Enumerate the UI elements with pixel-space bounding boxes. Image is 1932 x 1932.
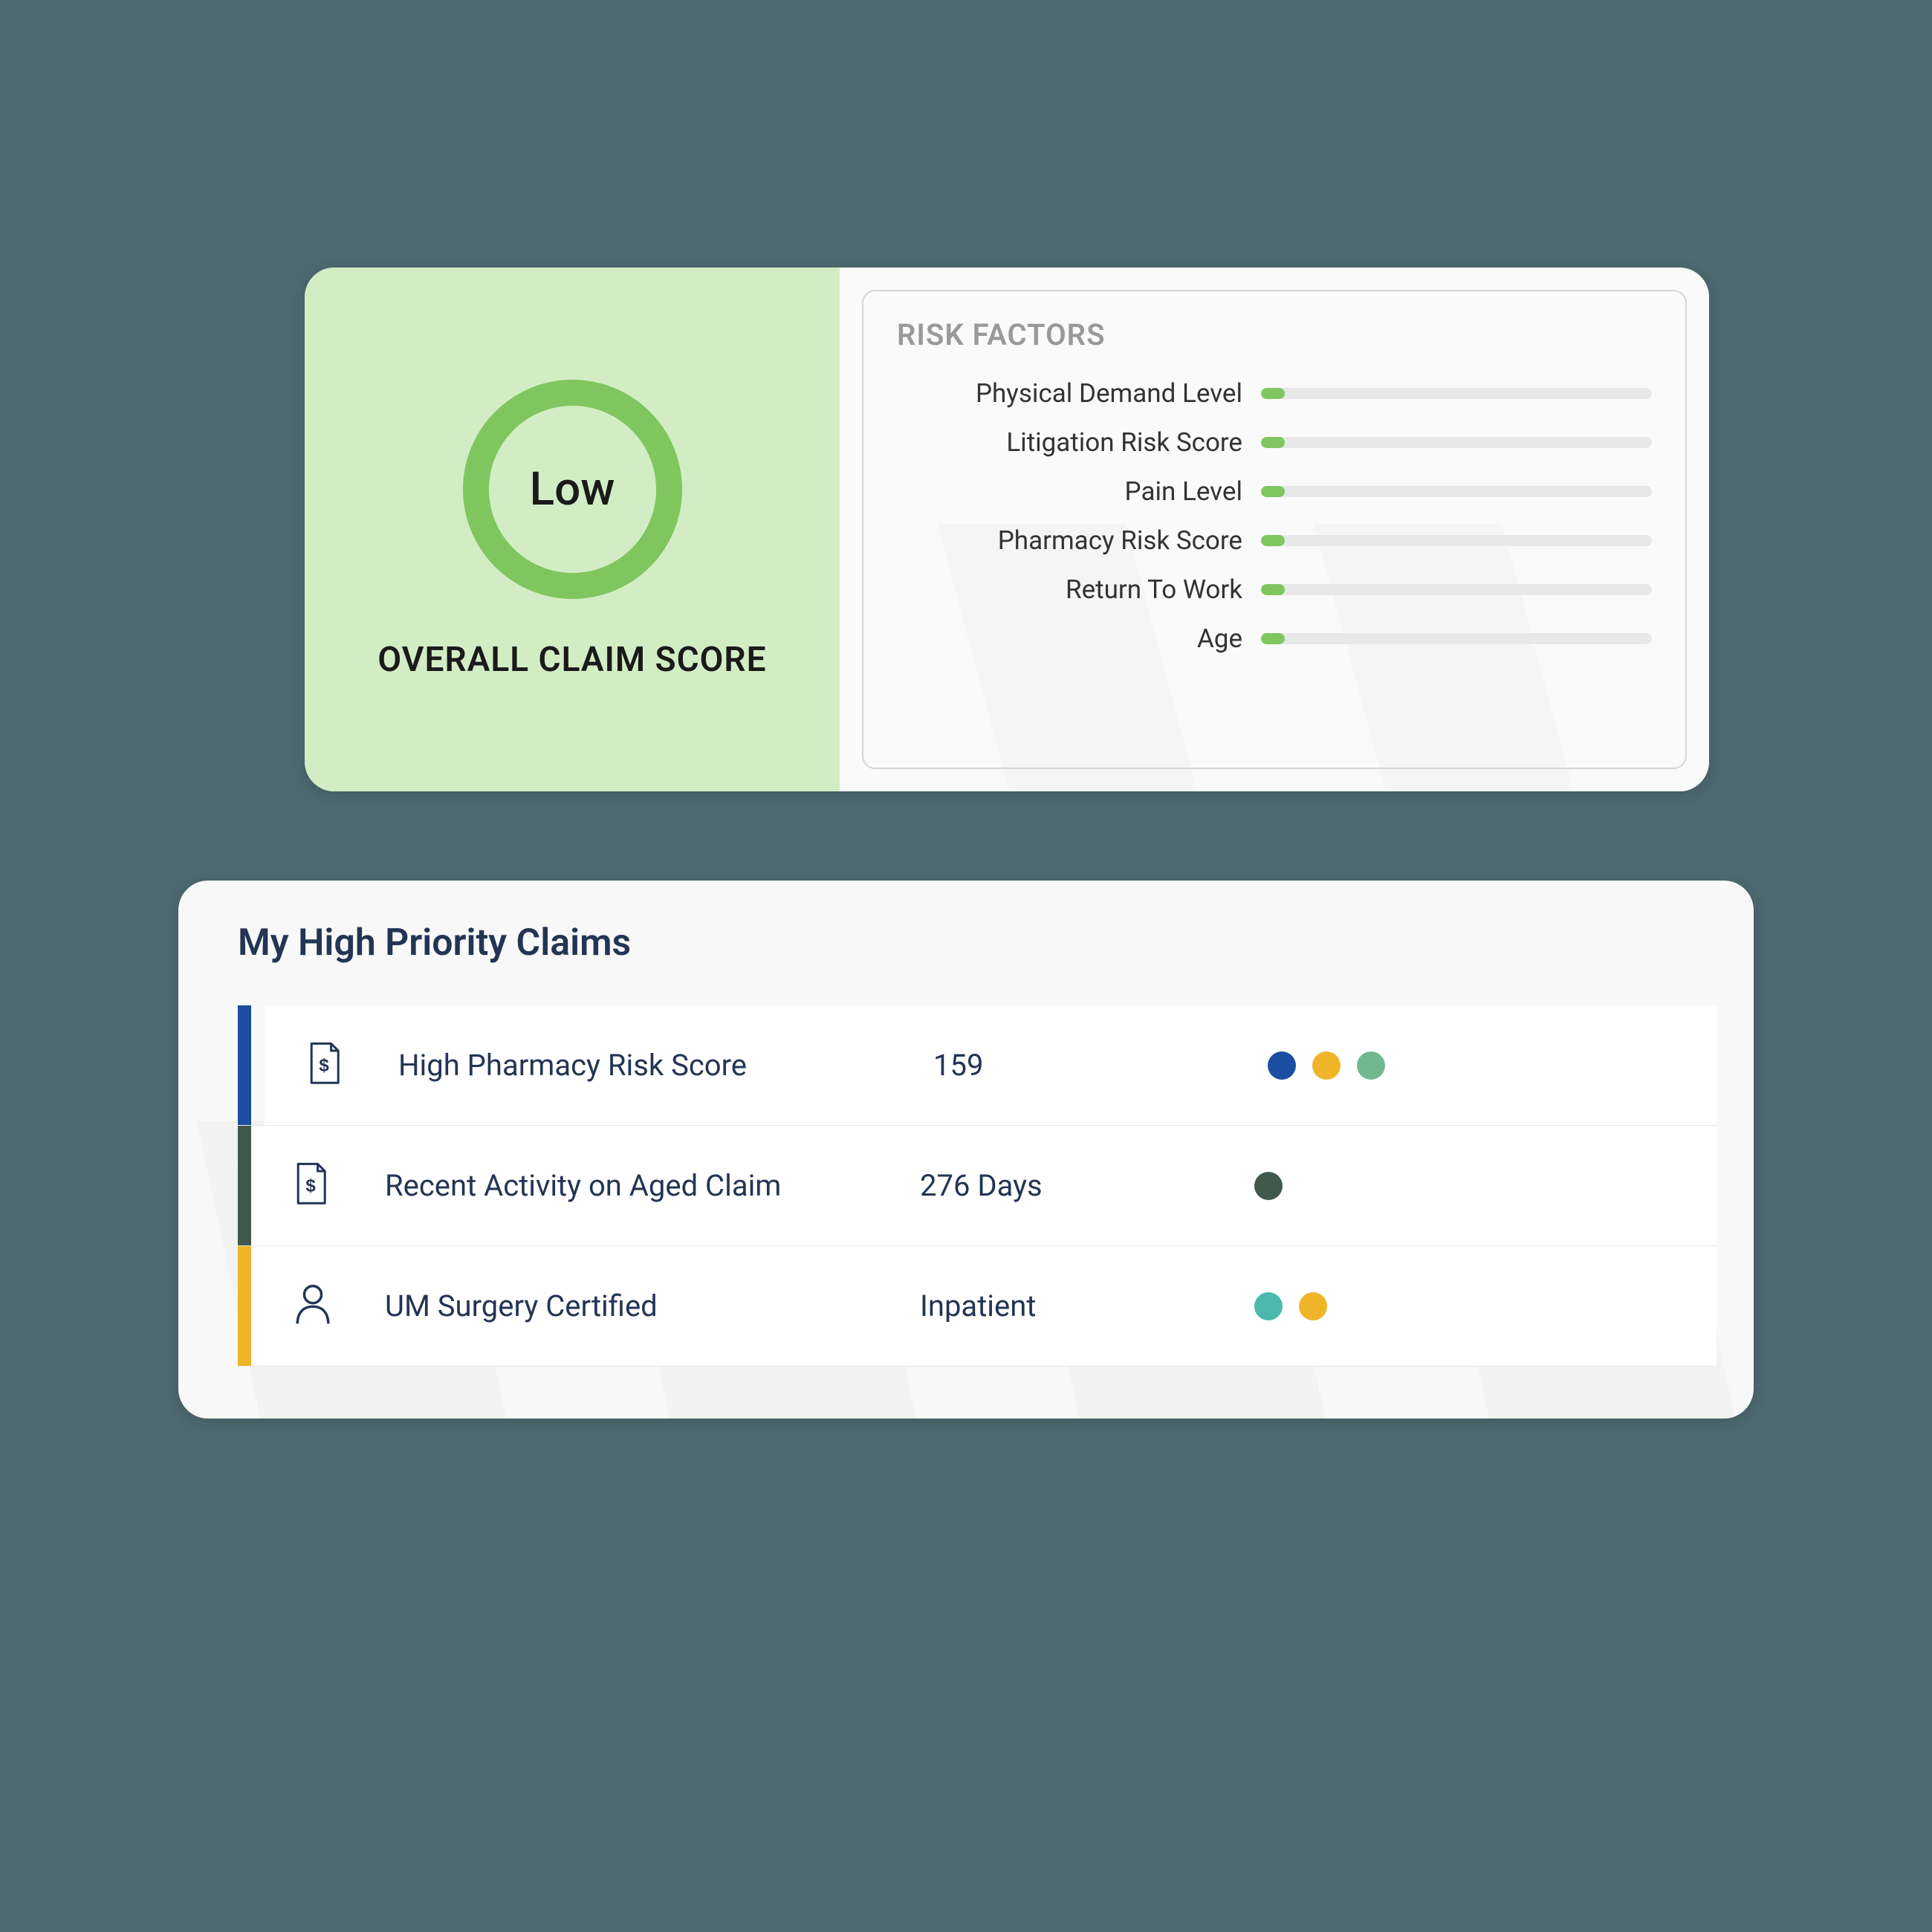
claim-content: UM Surgery CertifiedInpatient	[251, 1246, 1717, 1366]
risk-factor-label: Pharmacy Risk Score	[897, 525, 1261, 556]
risk-factor-bar	[1261, 633, 1652, 644]
risk-factor-fill	[1261, 486, 1285, 497]
risk-factor-fill	[1261, 633, 1285, 644]
risk-factor-row: Physical Demand Level	[897, 378, 1652, 409]
claims-list: $ High Pharmacy Risk Score159 $ Recent A…	[238, 1005, 1717, 1367]
claim-value: Inpatient	[920, 1288, 1254, 1323]
overall-claim-label: OVERALL CLAIM SCORE	[377, 640, 766, 680]
risk-factor-fill	[1261, 584, 1285, 595]
risk-factor-label: Physical Demand Level	[897, 378, 1261, 409]
status-dot	[1299, 1292, 1327, 1320]
document-dollar-icon: $	[292, 1162, 329, 1207]
risk-factor-bar	[1261, 437, 1652, 448]
status-dot	[1254, 1292, 1283, 1320]
svg-text:$: $	[319, 1055, 329, 1075]
risk-factor-fill	[1261, 535, 1285, 546]
priority-claims-title: My High Priority Claims	[238, 921, 1717, 965]
risk-factor-row: Age	[897, 623, 1652, 654]
claim-value: 159	[933, 1048, 1268, 1083]
claim-content: $ High Pharmacy Risk Score159	[265, 1005, 1717, 1125]
risk-factor-label: Pain Level	[897, 476, 1261, 507]
claim-status-dots	[1254, 1292, 1327, 1320]
claim-accent	[238, 1246, 251, 1366]
risk-factors-title: RISK FACTORS	[897, 317, 1652, 352]
risk-factor-fill	[1261, 437, 1285, 448]
risk-factors-box: RISK FACTORS Physical Demand Level Litiga…	[862, 290, 1687, 769]
risk-factors-list: Physical Demand Level Litigation Risk Sco…	[897, 378, 1652, 654]
claim-status-dots	[1268, 1051, 1385, 1080]
risk-factors-panel: RISK FACTORS Physical Demand Level Litiga…	[840, 268, 1709, 791]
risk-factor-label: Litigation Risk Score	[897, 427, 1261, 458]
claim-name: UM Surgery Certified	[385, 1288, 920, 1323]
claim-score-card: Low OVERALL CLAIM SCORE RISK FACTORS Phy…	[305, 268, 1709, 791]
svg-text:$: $	[305, 1176, 316, 1196]
document-dollar-icon: $	[305, 1042, 343, 1086]
status-dot	[1357, 1051, 1385, 1080]
risk-factor-label: Age	[897, 623, 1261, 654]
risk-factor-fill	[1261, 388, 1285, 399]
claim-content: $ Recent Activity on Aged Claim276 Days	[251, 1126, 1717, 1245]
claim-name: Recent Activity on Aged Claim	[385, 1168, 920, 1203]
claim-icon-wrap	[292, 1283, 337, 1330]
score-circle: Low	[463, 380, 682, 599]
priority-claims-card: My High Priority Claims $ High Pharmacy …	[178, 881, 1754, 1419]
status-dot	[1312, 1051, 1341, 1080]
risk-factor-row: Return To Work	[897, 574, 1652, 605]
risk-factor-bar	[1261, 486, 1652, 497]
claim-value: 276 Days	[920, 1168, 1254, 1203]
status-dot	[1254, 1172, 1283, 1200]
person-icon	[292, 1283, 334, 1327]
claim-row[interactable]: $ High Pharmacy Risk Score159	[238, 1005, 1717, 1126]
risk-factor-row: Pharmacy Risk Score	[897, 525, 1652, 556]
risk-factor-row: Pain Level	[897, 476, 1652, 507]
risk-factor-bar	[1261, 584, 1652, 595]
claim-icon-wrap: $	[305, 1042, 350, 1089]
claim-row[interactable]: $ Recent Activity on Aged Claim276 Days	[238, 1126, 1717, 1246]
risk-factor-bar	[1261, 388, 1652, 399]
claim-accent	[238, 1005, 251, 1125]
risk-factor-bar	[1261, 535, 1652, 546]
risk-factor-row: Litigation Risk Score	[897, 427, 1652, 458]
claim-status-dots	[1254, 1172, 1283, 1200]
claim-name: High Pharmacy Risk Score	[398, 1048, 933, 1083]
claim-row[interactable]: UM Surgery CertifiedInpatient	[238, 1246, 1717, 1367]
claim-accent	[238, 1126, 251, 1245]
risk-factor-label: Return To Work	[897, 574, 1261, 605]
status-dot	[1268, 1051, 1296, 1080]
claim-score-summary: Low OVERALL CLAIM SCORE	[305, 268, 840, 791]
score-level-label: Low	[530, 462, 615, 516]
claim-icon-wrap: $	[292, 1162, 337, 1210]
